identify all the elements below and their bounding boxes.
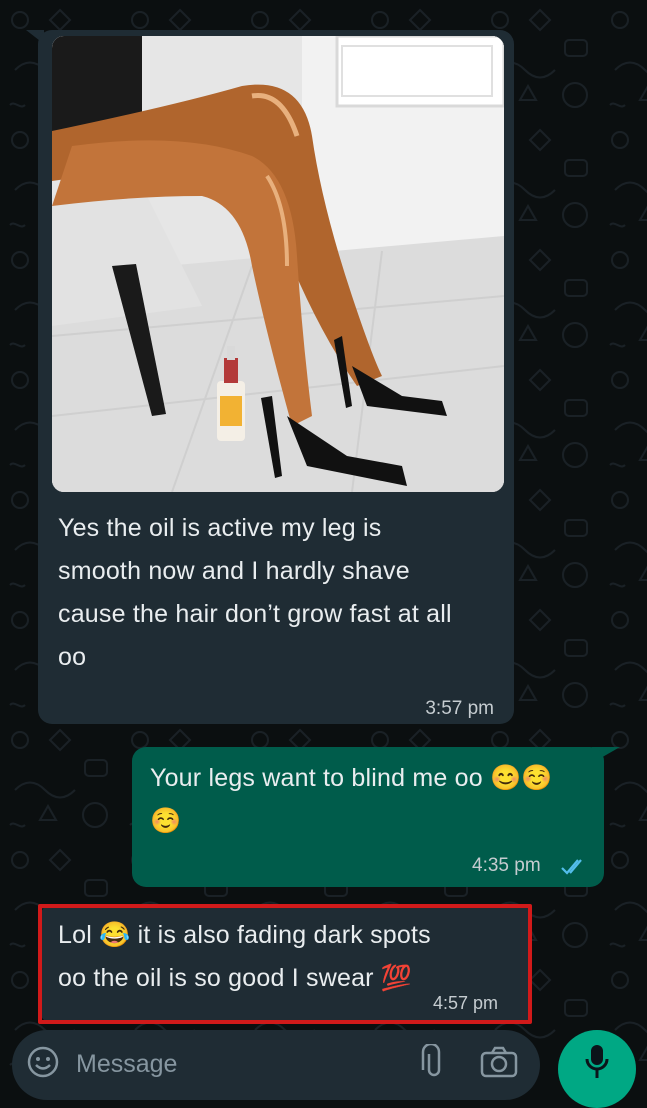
message-timestamp: 3:57 pm — [425, 698, 494, 719]
message-photo[interactable] — [52, 36, 504, 492]
attach-icon[interactable] — [421, 1044, 447, 1080]
camera-icon[interactable] — [480, 1046, 518, 1078]
message-timestamp: 4:35 pm — [472, 855, 541, 876]
message-text: Your legs want to blind me oo 😊☺️ ☺️ — [150, 764, 553, 835]
message-bubble-outgoing[interactable]: Your legs want to blind me oo 😊☺️ ☺️ 4:3… — [132, 747, 604, 887]
mic-icon — [585, 1045, 609, 1078]
double-check-read-icon — [561, 859, 582, 875]
message-text: Yes the oil is active my leg is smooth n… — [58, 514, 452, 671]
message-input-placeholder[interactable]: Message — [76, 1050, 177, 1079]
legs-photo-illustration — [52, 36, 504, 492]
emoji-icon[interactable] — [26, 1045, 60, 1079]
message-bubble-incoming-photo[interactable]: Yes the oil is active my leg is smooth n… — [38, 30, 514, 724]
highlight-frame — [38, 904, 532, 1024]
